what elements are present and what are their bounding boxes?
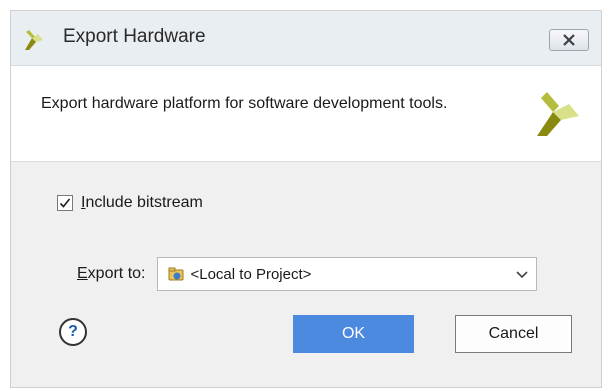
xilinx-logo-icon [25,30,43,50]
titlebar: Export Hardware [11,11,601,66]
folder-icon [168,267,184,281]
include-bitstream-checkbox[interactable] [57,195,73,211]
header-panel: Export hardware platform for software de… [11,66,601,162]
close-icon [563,34,575,46]
include-bitstream-row[interactable]: Include bitstream [57,194,203,212]
window-title: Export Hardware [63,26,206,47]
cancel-button[interactable]: Cancel [455,315,572,353]
check-icon [59,198,71,208]
close-button[interactable] [549,29,589,51]
export-to-dropdown[interactable]: <Local to Project> [157,257,538,291]
export-to-value: <Local to Project> [190,265,312,283]
export-hardware-dialog: Export Hardware Export hardware platform… [10,10,602,388]
xilinx-logo-icon [537,92,579,136]
ok-button[interactable]: OK [293,315,414,353]
include-bitstream-label: Include bitstream [81,194,203,211]
help-button[interactable]: ? [59,318,87,346]
chevron-down-icon [516,271,529,279]
export-to-label: Export to: [77,265,146,282]
header-description: Export hardware platform for software de… [41,95,448,112]
export-to-row: Export to: <Local to Project> [77,257,538,291]
